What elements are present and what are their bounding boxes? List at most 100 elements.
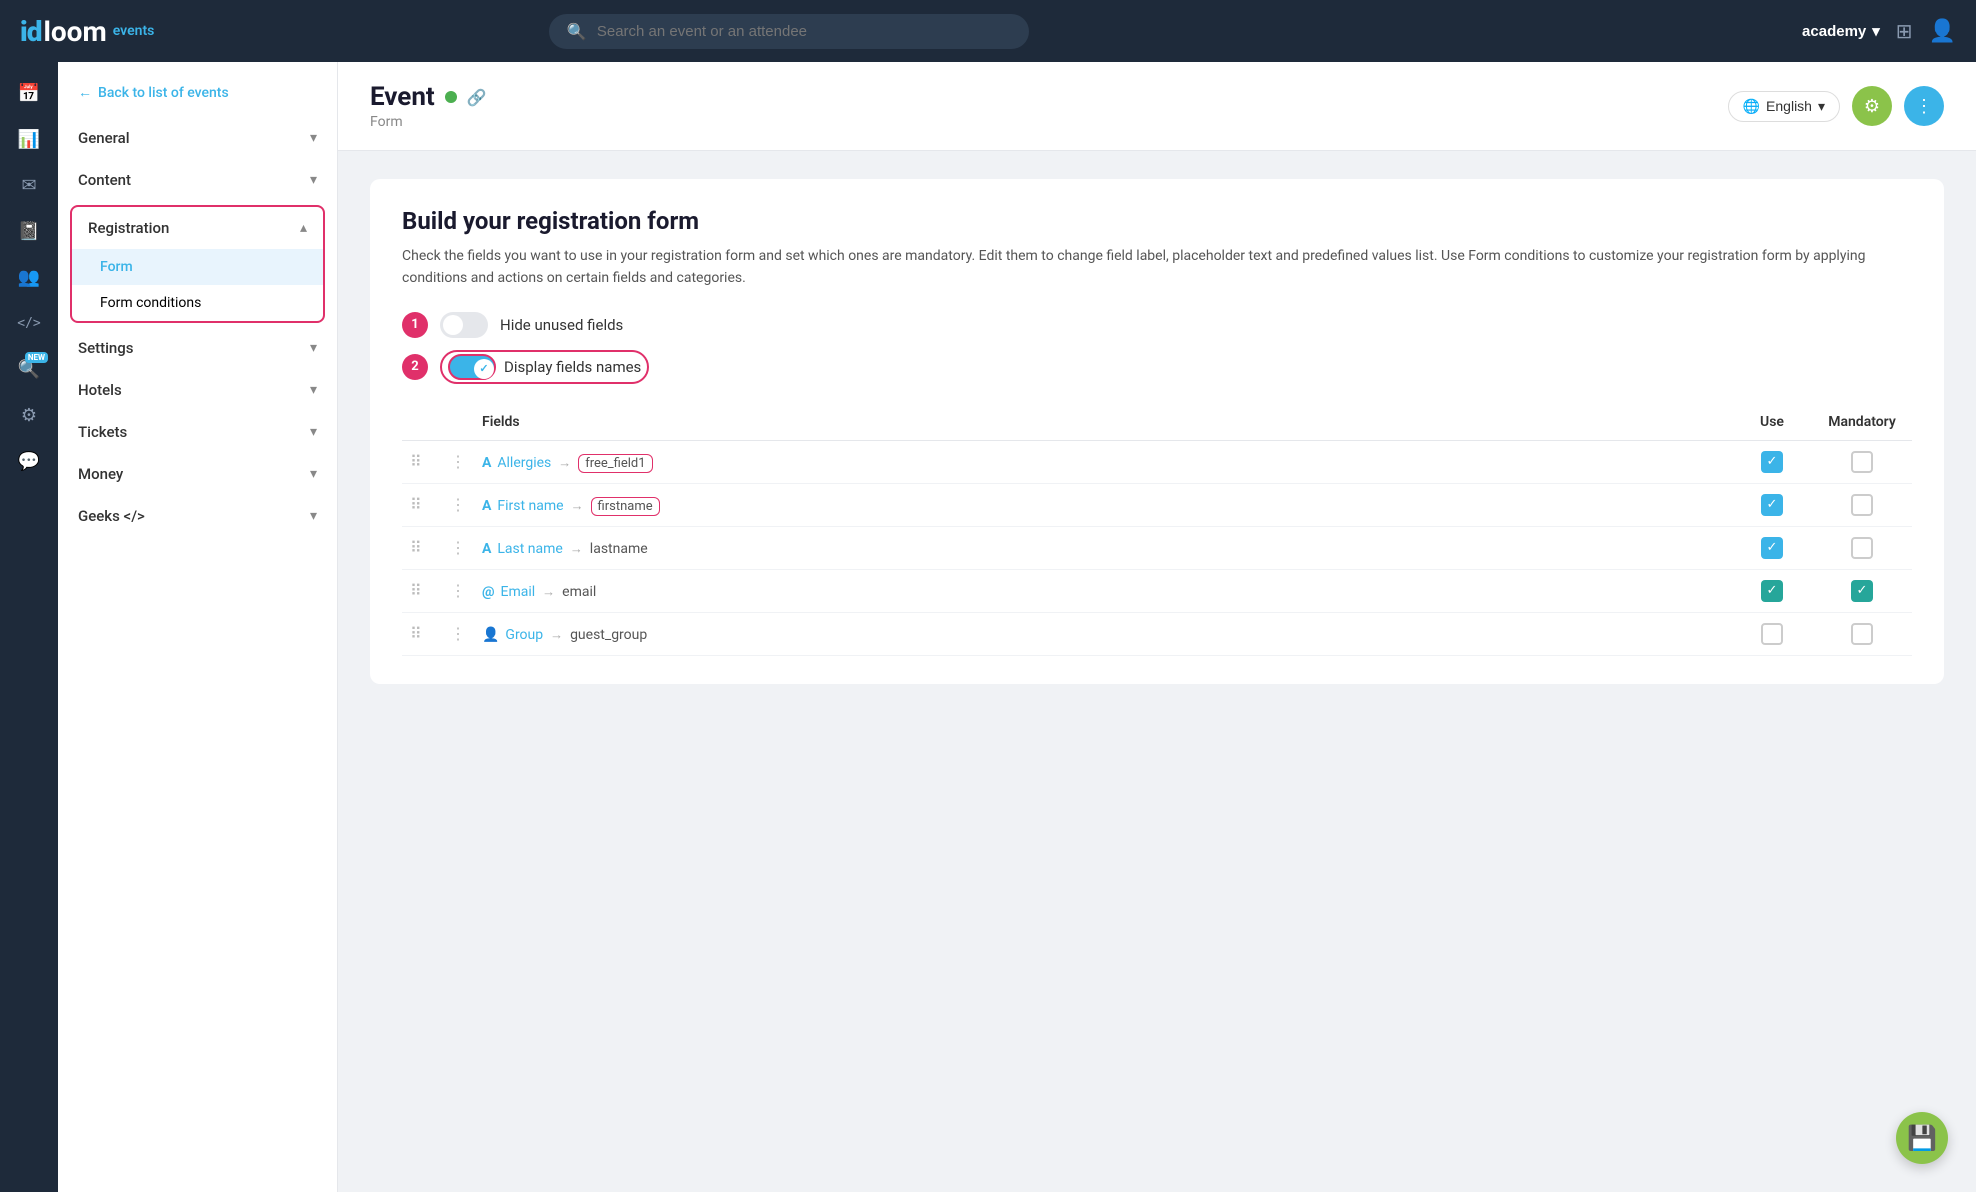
field-name-cell: @ Email → email xyxy=(474,569,1732,612)
field-arrow-icon: → xyxy=(558,456,571,471)
sidebar-section-content-header[interactable]: Content ▾ xyxy=(58,159,337,201)
dropdown-arrow-icon: ▾ xyxy=(1818,98,1825,115)
dots-menu-icon[interactable]: ⋮ xyxy=(450,581,466,600)
mandatory-checkbox[interactable] xyxy=(1851,451,1873,473)
sidebar-section-tickets-header[interactable]: Tickets ▾ xyxy=(58,411,337,453)
search-input[interactable] xyxy=(597,23,1011,40)
back-to-list-link[interactable]: ← Back to list of events xyxy=(58,74,337,117)
user-icon[interactable]: 👤 xyxy=(1929,19,1956,44)
field-arrow-icon: → xyxy=(550,628,563,643)
more-button[interactable]: ⋮ xyxy=(1904,86,1944,126)
logo-loom: loom xyxy=(43,15,106,48)
sidebar-section-hotels-label: Hotels xyxy=(78,381,122,399)
grid-icon[interactable]: ⊞ xyxy=(1896,19,1913,43)
field-key: lastname xyxy=(590,541,648,557)
hide-unused-toggle[interactable]: ✕ xyxy=(440,312,488,338)
dots-menu-icon[interactable]: ⋮ xyxy=(450,452,466,471)
search-bar[interactable]: 🔍 xyxy=(549,14,1029,49)
sidebar-icon-book[interactable]: 📓 xyxy=(8,210,50,252)
col-fields: Fields xyxy=(474,404,1732,441)
field-type-icon: A xyxy=(482,498,491,514)
field-type-icon: A xyxy=(482,541,491,557)
use-cell: ✓ xyxy=(1732,569,1812,612)
drag-handle-cell: ⠿ xyxy=(402,569,442,612)
sidebar-item-form[interactable]: Form xyxy=(72,249,323,285)
sidebar-icon-calendar[interactable]: 📅 xyxy=(8,72,50,114)
save-icon: 💾 xyxy=(1907,1124,1937,1152)
table-row: ⠿ ⋮ 👤 Group → guest_group xyxy=(402,612,1912,655)
field-key: firstname xyxy=(591,497,660,516)
field-key: email xyxy=(562,584,596,600)
sidebar-section-hotels-header[interactable]: Hotels ▾ xyxy=(58,369,337,411)
chevron-down-icon: ▾ xyxy=(310,130,317,146)
sidebar-section-general-header[interactable]: General ▾ xyxy=(58,117,337,159)
drag-handle-icon[interactable]: ⠿ xyxy=(410,495,422,514)
use-checkbox[interactable]: ✓ xyxy=(1761,494,1783,516)
sidebar-section-geeks-header[interactable]: Geeks </> ▾ xyxy=(58,495,337,537)
save-button[interactable]: 💾 xyxy=(1896,1112,1948,1164)
dots-menu-icon[interactable]: ⋮ xyxy=(450,538,466,557)
chevron-down-icon: ▾ xyxy=(310,340,317,356)
use-checkbox[interactable]: ✓ xyxy=(1761,451,1783,473)
table-row: ⠿ ⋮ @ Email → email xyxy=(402,569,1912,612)
sidebar-section-content: Content ▾ xyxy=(58,159,337,201)
sidebar-section-money: Money ▾ xyxy=(58,453,337,495)
external-link-icon[interactable]: 🔗 xyxy=(467,88,487,107)
mandatory-checkbox[interactable] xyxy=(1851,537,1873,559)
chevron-down-icon: ▾ xyxy=(310,466,317,482)
dots-menu-icon[interactable]: ⋮ xyxy=(450,495,466,514)
sidebar-item-form-conditions[interactable]: Form conditions xyxy=(72,285,323,321)
use-checkbox[interactable]: ✓ xyxy=(1761,580,1783,602)
chevron-down-icon: ▾ xyxy=(310,382,317,398)
check-icon: ✓ xyxy=(479,362,488,375)
sidebar-icon-search-new[interactable]: 🔍 NEW xyxy=(8,348,50,390)
event-title: Event 🔗 xyxy=(370,82,487,112)
drag-handle-icon[interactable]: ⠿ xyxy=(410,581,422,600)
field-type-icon: @ xyxy=(482,584,495,600)
back-arrow-icon: ← xyxy=(78,84,92,101)
top-navigation: id loom events 🔍 academy ▾ ⊞ 👤 xyxy=(0,0,1976,62)
app-logo[interactable]: id loom events xyxy=(20,15,154,48)
form-builder-description: Check the fields you want to use in your… xyxy=(402,245,1912,290)
left-sidebar: ← Back to list of events General ▾ Conte… xyxy=(58,62,338,1192)
content-area: Build your registration form Check the f… xyxy=(338,151,1976,712)
language-button[interactable]: 🌐 English ▾ xyxy=(1728,91,1840,122)
globe-icon: 🌐 xyxy=(1743,98,1760,115)
mandatory-checkbox[interactable]: ✓ xyxy=(1851,580,1873,602)
sidebar-icon-email[interactable]: ✉ xyxy=(8,164,50,206)
chevron-down-icon: ▾ xyxy=(310,508,317,524)
step-1-indicator: 1 xyxy=(402,312,428,338)
sidebar-icon-help[interactable]: 💬 xyxy=(8,440,50,482)
sidebar-section-registration-header[interactable]: Registration ▴ xyxy=(72,207,323,249)
mandatory-checkbox[interactable] xyxy=(1851,494,1873,516)
sidebar-icon-settings[interactable]: ⚙ xyxy=(8,394,50,436)
form-builder-title: Build your registration form xyxy=(402,207,1912,235)
field-label: Last name xyxy=(497,541,562,557)
sidebar-section-settings-header[interactable]: Settings ▾ xyxy=(58,327,337,369)
dots-menu-icon[interactable]: ⋮ xyxy=(450,624,466,643)
field-key: guest_group xyxy=(570,627,647,643)
toggle-hide-unused: ✕ Hide unused fields xyxy=(440,312,623,338)
sidebar-section-general: General ▾ xyxy=(58,117,337,159)
main-layout: 📅 📊 ✉ 📓 👥 </> 🔍 NEW ⚙ 💬 ← Back to list o… xyxy=(0,0,1976,1192)
mandatory-checkbox[interactable] xyxy=(1851,623,1873,645)
mandatory-cell: ✓ xyxy=(1812,569,1912,612)
sidebar-icon-users[interactable]: 👥 xyxy=(8,256,50,298)
logo-id: id xyxy=(20,15,41,48)
use-checkbox[interactable] xyxy=(1761,623,1783,645)
account-button[interactable]: academy ▾ xyxy=(1802,22,1880,40)
drag-handle-icon[interactable]: ⠿ xyxy=(410,624,422,643)
main-content: Event 🔗 Form 🌐 English ▾ ⚙ ⋮ xyxy=(338,62,1976,1192)
settings-button[interactable]: ⚙ xyxy=(1852,86,1892,126)
event-name: Event xyxy=(370,82,435,112)
col-drag xyxy=(402,404,442,441)
sidebar-icon-chart[interactable]: 📊 xyxy=(8,118,50,160)
drag-handle-icon[interactable]: ⠿ xyxy=(410,538,422,557)
chevron-up-icon: ▴ xyxy=(300,220,307,236)
use-checkbox[interactable]: ✓ xyxy=(1761,537,1783,559)
drag-handle-icon[interactable]: ⠿ xyxy=(410,452,422,471)
mandatory-cell xyxy=(1812,483,1912,526)
sidebar-section-money-header[interactable]: Money ▾ xyxy=(58,453,337,495)
sidebar-icon-code[interactable]: </> xyxy=(8,302,50,344)
display-fields-toggle[interactable]: ✓ xyxy=(448,354,496,380)
